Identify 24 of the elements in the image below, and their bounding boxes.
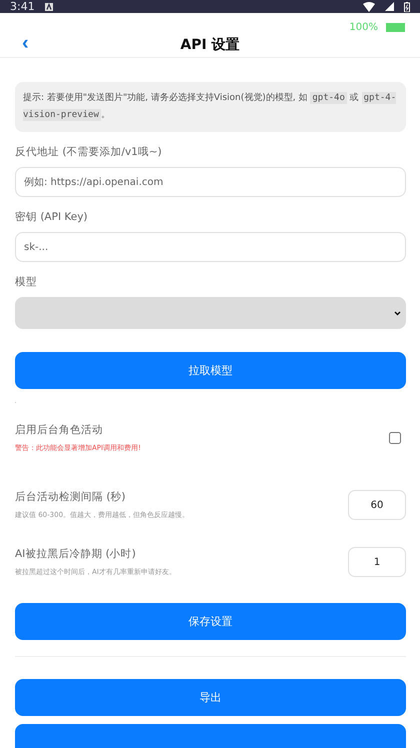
- battery-percent: 100%: [349, 22, 378, 33]
- background-activity-checkbox[interactable]: [389, 432, 401, 444]
- setting-label: 后台活动检测间隔 (秒): [15, 490, 127, 504]
- back-button[interactable]: ‹: [22, 33, 29, 57]
- setting-label: AI被拉黑后冷静期 (小时): [15, 547, 137, 561]
- status-time: 3:41: [10, 0, 35, 13]
- save-button[interactable]: 保存设置: [15, 603, 406, 640]
- fetch-models-button[interactable]: 拉取模型: [15, 352, 406, 389]
- api-key-input[interactable]: sk-...: [15, 232, 406, 262]
- api-key-label: 密钥 (API Key): [15, 210, 89, 224]
- number-input[interactable]: 1: [348, 547, 406, 577]
- notification-icon: [44, 2, 53, 10]
- export-button[interactable]: 导出: [15, 679, 406, 716]
- page-title: API 设置: [180, 36, 240, 54]
- model-label: 模型: [15, 275, 38, 289]
- proxy-input[interactable]: 例如: https://api.openai.com: [15, 167, 406, 197]
- battery-meter: [386, 23, 405, 32]
- signal-icon: [385, 2, 394, 11]
- proxy-label: 反代地址 (不需要添加/v1哦~): [15, 145, 163, 159]
- background-activity-label: 启用后台角色活动: [15, 423, 104, 437]
- model-select[interactable]: [15, 297, 406, 329]
- tip-text: 提示: 若要使用"发送图片"功能, 请务必选择支持Vision(视觉)的模型, 如 gpt-4o 或 gpt-4-vision-preview 。: [15, 82, 406, 132]
- chevron-down-icon: [394, 310, 401, 316]
- number-input[interactable]: 60: [348, 490, 406, 520]
